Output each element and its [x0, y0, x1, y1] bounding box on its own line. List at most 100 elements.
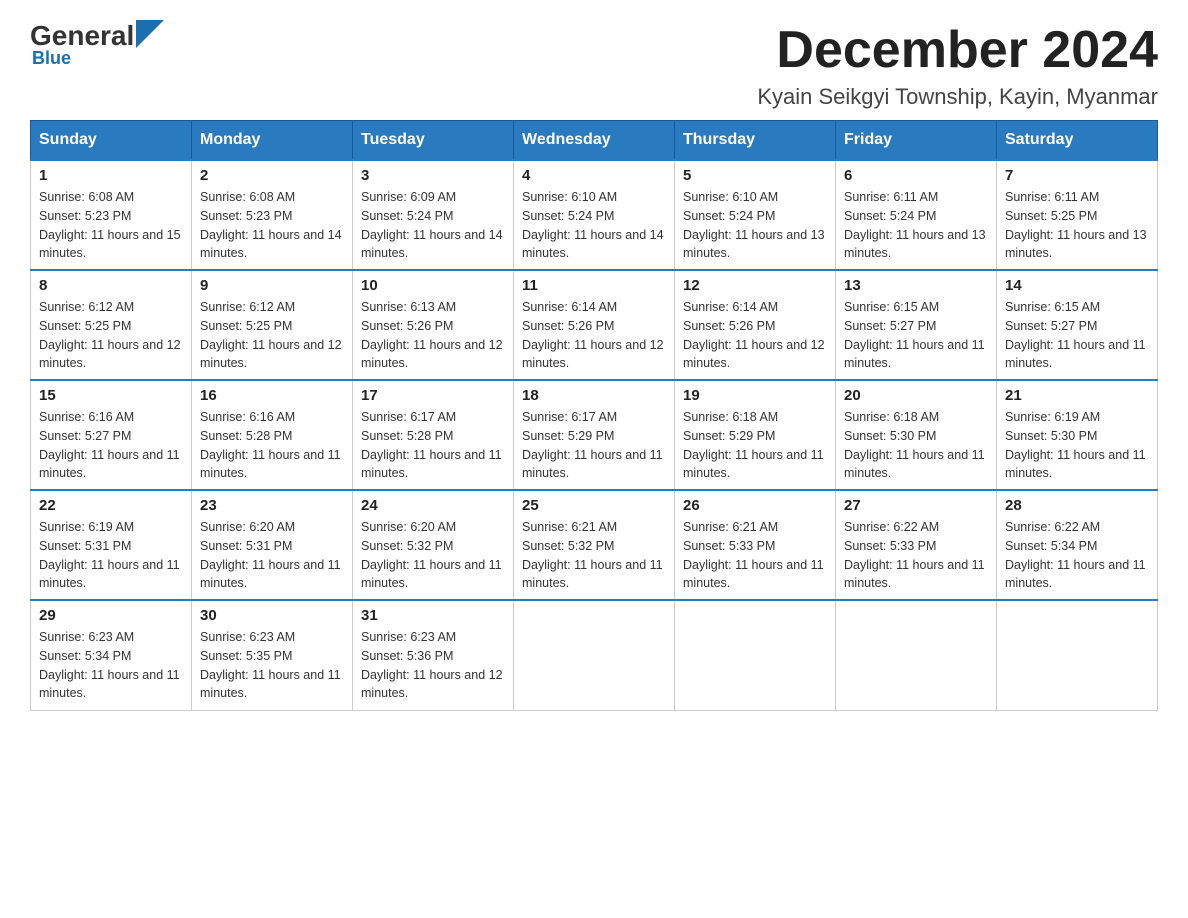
day-number: 24: [361, 497, 505, 514]
calendar-day-cell: 16 Sunrise: 6:16 AMSunset: 5:28 PMDayligh…: [192, 380, 353, 490]
calendar-header-cell: Saturday: [997, 121, 1158, 161]
day-info: Sunrise: 6:18 AMSunset: 5:29 PMDaylight:…: [683, 408, 827, 483]
day-info: Sunrise: 6:22 AMSunset: 5:33 PMDaylight:…: [844, 518, 988, 593]
day-number: 7: [1005, 167, 1149, 184]
header: General Blue December 2024 Kyain Seikgyi…: [30, 20, 1158, 110]
day-info: Sunrise: 6:15 AMSunset: 5:27 PMDaylight:…: [844, 298, 988, 373]
day-info: Sunrise: 6:17 AMSunset: 5:29 PMDaylight:…: [522, 408, 666, 483]
calendar-header-cell: Tuesday: [353, 121, 514, 161]
day-info: Sunrise: 6:09 AMSunset: 5:24 PMDaylight:…: [361, 188, 505, 263]
calendar-week-row: 1 Sunrise: 6:08 AMSunset: 5:23 PMDaylight…: [31, 160, 1158, 270]
day-number: 13: [844, 277, 988, 294]
day-number: 2: [200, 167, 344, 184]
day-info: Sunrise: 6:11 AMSunset: 5:24 PMDaylight:…: [844, 188, 988, 263]
day-number: 18: [522, 387, 666, 404]
day-number: 26: [683, 497, 827, 514]
day-number: 31: [361, 607, 505, 624]
calendar-day-cell: 5 Sunrise: 6:10 AMSunset: 5:24 PMDaylight…: [675, 160, 836, 270]
calendar-day-cell: 3Sunrise: 6:09 AMSunset: 5:24 PMDaylight…: [353, 160, 514, 270]
day-info: Sunrise: 6:23 AMSunset: 5:36 PMDaylight:…: [361, 628, 505, 703]
day-number: 11: [522, 277, 666, 294]
day-info: Sunrise: 6:23 AMSunset: 5:34 PMDaylight:…: [39, 628, 183, 703]
day-info: Sunrise: 6:10 AMSunset: 5:24 PMDaylight:…: [683, 188, 827, 263]
calendar-day-cell: 23Sunrise: 6:20 AMSunset: 5:31 PMDayligh…: [192, 490, 353, 600]
calendar-day-cell: 30 Sunrise: 6:23 AMSunset: 5:35 PMDayligh…: [192, 600, 353, 710]
logo-area: General Blue: [30, 20, 164, 69]
day-info: Sunrise: 6:08 AMSunset: 5:23 PMDaylight:…: [200, 188, 344, 263]
day-info: Sunrise: 6:19 AMSunset: 5:31 PMDaylight:…: [39, 518, 183, 593]
day-number: 9: [200, 277, 344, 294]
calendar-header-cell: Wednesday: [514, 121, 675, 161]
calendar-day-cell: 25 Sunrise: 6:21 AMSunset: 5:32 PMDayligh…: [514, 490, 675, 600]
calendar-day-cell: 24 Sunrise: 6:20 AMSunset: 5:32 PMDayligh…: [353, 490, 514, 600]
calendar-table: SundayMondayTuesdayWednesdayThursdayFrid…: [30, 120, 1158, 711]
day-number: 17: [361, 387, 505, 404]
day-info: Sunrise: 6:17 AMSunset: 5:28 PMDaylight:…: [361, 408, 505, 483]
calendar-day-cell: 29 Sunrise: 6:23 AMSunset: 5:34 PMDayligh…: [31, 600, 192, 710]
calendar-day-cell: 12Sunrise: 6:14 AMSunset: 5:26 PMDayligh…: [675, 270, 836, 380]
calendar-day-cell: 27 Sunrise: 6:22 AMSunset: 5:33 PMDayligh…: [836, 490, 997, 600]
day-number: 14: [1005, 277, 1149, 294]
day-info: Sunrise: 6:10 AMSunset: 5:24 PMDaylight:…: [522, 188, 666, 263]
calendar-week-row: 22Sunrise: 6:19 AMSunset: 5:31 PMDayligh…: [31, 490, 1158, 600]
calendar-day-cell: 7Sunrise: 6:11 AMSunset: 5:25 PMDaylight…: [997, 160, 1158, 270]
day-info: Sunrise: 6:21 AMSunset: 5:33 PMDaylight:…: [683, 518, 827, 593]
page-subtitle: Kyain Seikgyi Township, Kayin, Myanmar: [757, 84, 1158, 110]
calendar-day-cell: 13 Sunrise: 6:15 AMSunset: 5:27 PMDayligh…: [836, 270, 997, 380]
calendar-week-row: 15 Sunrise: 6:16 AMSunset: 5:27 PMDayligh…: [31, 380, 1158, 490]
calendar-day-cell: [675, 600, 836, 710]
calendar-day-cell: 31 Sunrise: 6:23 AMSunset: 5:36 PMDayligh…: [353, 600, 514, 710]
day-number: 20: [844, 387, 988, 404]
day-number: 25: [522, 497, 666, 514]
calendar-week-row: 29 Sunrise: 6:23 AMSunset: 5:34 PMDayligh…: [31, 600, 1158, 710]
logo-blue-text: Blue: [32, 48, 71, 69]
calendar-header-cell: Sunday: [31, 121, 192, 161]
day-number: 30: [200, 607, 344, 624]
day-info: Sunrise: 6:16 AMSunset: 5:28 PMDaylight:…: [200, 408, 344, 483]
day-info: Sunrise: 6:12 AMSunset: 5:25 PMDaylight:…: [200, 298, 344, 373]
calendar-day-cell: 22Sunrise: 6:19 AMSunset: 5:31 PMDayligh…: [31, 490, 192, 600]
calendar-week-row: 8 Sunrise: 6:12 AMSunset: 5:25 PMDaylight…: [31, 270, 1158, 380]
day-info: Sunrise: 6:13 AMSunset: 5:26 PMDaylight:…: [361, 298, 505, 373]
day-number: 4: [522, 167, 666, 184]
calendar-day-cell: 2 Sunrise: 6:08 AMSunset: 5:23 PMDaylight…: [192, 160, 353, 270]
calendar-day-cell: [997, 600, 1158, 710]
day-number: 5: [683, 167, 827, 184]
calendar-day-cell: 26 Sunrise: 6:21 AMSunset: 5:33 PMDayligh…: [675, 490, 836, 600]
calendar-day-cell: 17 Sunrise: 6:17 AMSunset: 5:28 PMDayligh…: [353, 380, 514, 490]
day-number: 16: [200, 387, 344, 404]
calendar-header-cell: Monday: [192, 121, 353, 161]
calendar-header-cell: Thursday: [675, 121, 836, 161]
day-number: 8: [39, 277, 183, 294]
calendar-day-cell: 10Sunrise: 6:13 AMSunset: 5:26 PMDayligh…: [353, 270, 514, 380]
calendar-day-cell: 8Sunrise: 6:12 AMSunset: 5:25 PMDaylight…: [31, 270, 192, 380]
calendar-day-cell: 18 Sunrise: 6:17 AMSunset: 5:29 PMDayligh…: [514, 380, 675, 490]
day-info: Sunrise: 6:20 AMSunset: 5:32 PMDaylight:…: [361, 518, 505, 593]
day-number: 1: [39, 167, 183, 184]
day-number: 12: [683, 277, 827, 294]
day-info: Sunrise: 6:19 AMSunset: 5:30 PMDaylight:…: [1005, 408, 1149, 483]
day-info: Sunrise: 6:15 AMSunset: 5:27 PMDaylight:…: [1005, 298, 1149, 373]
calendar-day-cell: 15 Sunrise: 6:16 AMSunset: 5:27 PMDayligh…: [31, 380, 192, 490]
calendar-header-row: SundayMondayTuesdayWednesdayThursdayFrid…: [31, 121, 1158, 161]
title-area: December 2024 Kyain Seikgyi Township, Ka…: [757, 20, 1158, 110]
logo-triangle-icon: [136, 20, 164, 48]
calendar-day-cell: 14 Sunrise: 6:15 AMSunset: 5:27 PMDayligh…: [997, 270, 1158, 380]
day-number: 15: [39, 387, 183, 404]
day-number: 28: [1005, 497, 1149, 514]
day-info: Sunrise: 6:16 AMSunset: 5:27 PMDaylight:…: [39, 408, 183, 483]
calendar-day-cell: 21 Sunrise: 6:19 AMSunset: 5:30 PMDayligh…: [997, 380, 1158, 490]
day-number: 27: [844, 497, 988, 514]
day-number: 21: [1005, 387, 1149, 404]
calendar-day-cell: [836, 600, 997, 710]
calendar-body: 1 Sunrise: 6:08 AMSunset: 5:23 PMDaylight…: [31, 160, 1158, 710]
calendar-header-cell: Friday: [836, 121, 997, 161]
day-number: 29: [39, 607, 183, 624]
day-info: Sunrise: 6:23 AMSunset: 5:35 PMDaylight:…: [200, 628, 344, 703]
calendar-day-cell: 9 Sunrise: 6:12 AMSunset: 5:25 PMDaylight…: [192, 270, 353, 380]
calendar-day-cell: 28Sunrise: 6:22 AMSunset: 5:34 PMDayligh…: [997, 490, 1158, 600]
calendar-day-cell: [514, 600, 675, 710]
day-info: Sunrise: 6:21 AMSunset: 5:32 PMDaylight:…: [522, 518, 666, 593]
day-info: Sunrise: 6:08 AMSunset: 5:23 PMDaylight:…: [39, 188, 183, 263]
day-number: 23: [200, 497, 344, 514]
